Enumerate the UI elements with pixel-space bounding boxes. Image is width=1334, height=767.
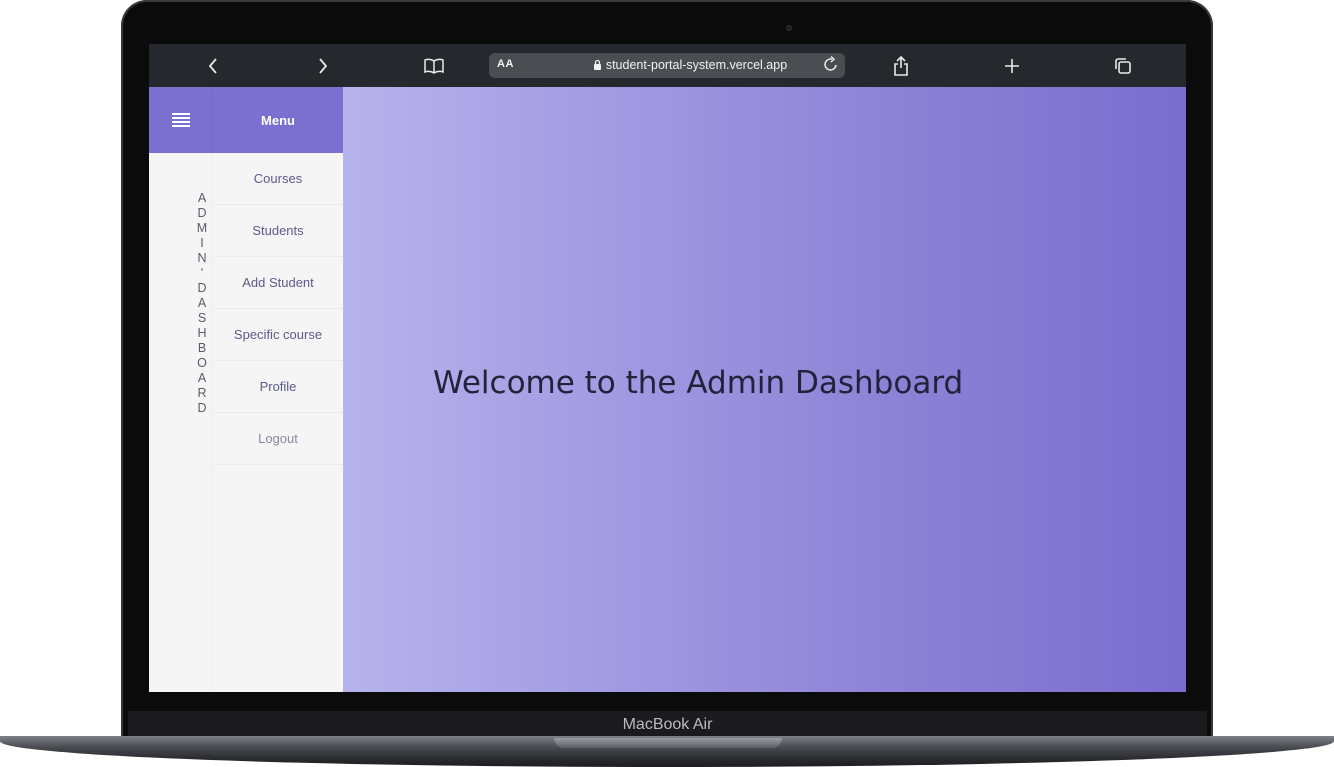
sidebar-rail: ADMIN'DASHBOARD — [149, 87, 213, 692]
sidebar-item-add-student[interactable]: Add Student — [213, 257, 343, 309]
sidebar-item-specific-course[interactable]: Specific course — [213, 309, 343, 361]
camera — [786, 25, 792, 31]
sidebar-item-logout[interactable]: Logout — [213, 413, 343, 465]
sidebar-item-courses[interactable]: Courses — [213, 153, 343, 205]
laptop-chin: MacBook Air — [128, 711, 1207, 738]
sidebar-item-profile[interactable]: Profile — [213, 361, 343, 413]
device-model-label: MacBook Air — [622, 716, 713, 733]
book-icon[interactable] — [419, 44, 449, 87]
address-bar[interactable]: AA student-portal-system.vercel.app — [489, 53, 845, 78]
hamburger-icon — [172, 113, 190, 127]
chevron-left-icon[interactable] — [198, 44, 228, 87]
laptop-notch — [554, 738, 782, 748]
sidebar-menu: Menu Courses Students Add Student Specif… — [213, 87, 343, 692]
chevron-right-icon[interactable] — [308, 44, 338, 87]
url-text[interactable]: student-portal-system.vercel.app — [575, 58, 805, 72]
share-icon[interactable] — [886, 44, 916, 87]
menu-title: Menu — [213, 87, 343, 153]
admin-page: ADMIN'DASHBOARD Menu Courses Students Ad… — [149, 87, 1186, 692]
browser-toolbar: AA student-portal-system.vercel.app — [149, 44, 1186, 87]
url-label: student-portal-system.vercel.app — [605, 58, 788, 72]
lock-icon — [593, 59, 601, 70]
menu-toggle-button[interactable] — [149, 87, 213, 153]
browser-screen: AA student-portal-system.vercel.app ADMI… — [149, 44, 1186, 692]
tabs-icon[interactable] — [1108, 44, 1138, 87]
welcome-heading: Welcome to the Admin Dashboard — [433, 365, 964, 401]
main-content: Welcome to the Admin Dashboard — [343, 87, 1186, 692]
plus-icon[interactable] — [997, 44, 1027, 87]
vertical-dashboard-title: ADMIN'DASHBOARD — [195, 191, 209, 416]
reload-icon[interactable] — [823, 55, 839, 78]
text-size-button[interactable]: AA — [497, 58, 514, 70]
sidebar-item-students[interactable]: Students — [213, 205, 343, 257]
